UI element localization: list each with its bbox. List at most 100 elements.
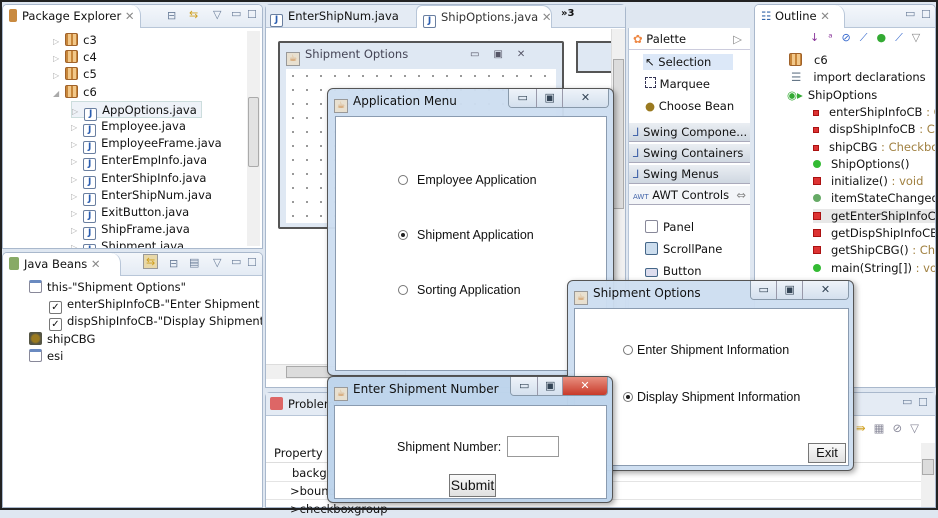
collapsed-arrow-icon[interactable]: ▷ [71,123,77,132]
tool-choose-bean[interactable]: ● Choose Bean [643,98,736,114]
collapsed-arrow-icon[interactable]: ▷ [53,37,59,46]
tree-item[interactable]: ▷ c4 [53,49,97,66]
radio-icon[interactable] [623,345,633,355]
tool-selection[interactable]: ↖ Selection [643,54,733,70]
bean-item[interactable]: ✓ dispShipInfoCB-"Display Shipment Inf. [49,313,262,332]
submit-button[interactable]: Submit [449,474,496,497]
sync-icon[interactable]: ⇆ [143,254,159,269]
outline-item[interactable]: getShipCBG() : Chec [813,243,935,257]
collapsed-arrow-icon[interactable]: ▷ [53,71,59,80]
vertical-scrollbar[interactable] [247,31,260,246]
outline-item[interactable]: ShipOptions() [813,157,909,171]
tool-marquee[interactable]: Marquee [643,76,712,92]
drawer-arrows-icon[interactable]: ⇔ [736,188,746,202]
outline-item[interactable]: getEnterShipInfoCB [813,208,935,223]
close-button[interactable]: ✕ [561,89,608,107]
close-button[interactable]: ✕ [801,281,848,299]
close-icon[interactable]: ✕ [125,9,135,23]
tree-item[interactable]: ▷ J EnterShipInfo.java [71,170,206,189]
maximize-button[interactable]: ▣ [776,281,802,299]
tree-item[interactable]: ▷ c5 [53,66,97,83]
collapse-all-icon[interactable]: ⊟ [167,9,176,22]
outline-item[interactable]: main(String[]) : void [813,261,935,275]
filter-icon[interactable]: ▦ [874,421,893,435]
radio-sorting-application[interactable]: Sorting Application [398,283,521,297]
palette-collapse-icon[interactable]: ▷ [733,32,742,46]
drawer-awt-controls[interactable]: AWT AWT Controls ⇔ [629,185,750,205]
outline-item[interactable]: dispShipInfoCB : Ch [813,122,935,136]
scrollbar-thumb[interactable] [922,459,934,475]
drawer-swing-containers[interactable]: ⅃ Swing Containers [629,143,750,163]
collapsed-arrow-icon[interactable]: ▷ [71,243,77,248]
tree-item[interactable]: ▷ J EmployeeFrame.java [71,135,222,155]
drawer-swing-components[interactable]: ⅃ Swing Compone... [629,122,750,142]
collapsed-arrow-icon[interactable]: ▷ [71,157,77,166]
maximize-icon[interactable]: ☐ [247,8,257,21]
minimize-button[interactable]: ▭ [509,89,537,107]
outline-item[interactable]: getDispShipInfoCB( [813,226,935,240]
tree-item[interactable]: ▷ J AppOptions.java [71,100,202,121]
outline-item[interactable]: itemStateChanged( [813,191,935,205]
awt-scrollpane[interactable]: ScrollPane [643,241,724,257]
tab-entershipnum[interactable]: J EnterShipNum.java [270,9,399,27]
collapsed-arrow-icon[interactable]: ▷ [71,209,77,218]
collapsed-arrow-icon[interactable]: ▷ [71,192,77,201]
minimize-icon[interactable]: ▭ [905,7,915,20]
scrollbar-thumb[interactable] [248,97,259,167]
minimize-button[interactable]: ▭ [751,281,777,299]
outline-item[interactable]: ◉▸ ShipOptions [787,88,877,102]
outline-item[interactable]: initialize() : void [813,174,923,188]
tree-item[interactable]: ▷ J EnterEmpInfo.java [71,152,207,172]
tree-item[interactable]: ▷ J ExitButton.java [71,204,189,223]
tab-shipoptions[interactable]: J ShipOptions.java ✕ [416,5,552,28]
maximize-button[interactable]: ▣ [537,377,562,395]
minimize-icon[interactable]: ▭ [902,395,912,408]
awt-panel[interactable]: Panel [643,219,696,235]
collapse-all-icon[interactable]: ⊟ [169,257,178,270]
properties-icon[interactable]: ▤ [189,256,199,269]
maximize-button[interactable]: ▣ [536,89,562,107]
awt-button[interactable]: Button [643,263,704,279]
collapsed-arrow-icon[interactable]: ▷ [71,140,77,149]
maximize-icon[interactable]: ☐ [921,8,931,21]
sort-icon[interactable]: ↓ᵃ [810,31,842,44]
radio-enter-shipment-information[interactable]: Enter Shipment Information [623,343,789,357]
scrollbar-thumb[interactable] [613,59,624,209]
bean-item[interactable]: esi [29,348,63,365]
close-button[interactable]: ✕ [561,377,607,395]
radio-employee-application[interactable]: Employee Application [398,173,537,187]
design-frame-2[interactable] [576,41,616,73]
radio-icon[interactable] [398,285,408,295]
outline-item[interactable]: shipCBG : Checkbox [813,140,935,154]
drawer-swing-menus[interactable]: ⅃ Swing Menus [629,164,750,184]
view-menu-icon[interactable]: ▽ [910,421,927,435]
view-menu-icon[interactable]: ▽ [213,256,221,269]
palette-header[interactable]: ✿ Palette ▷ [629,30,750,50]
shipment-number-input[interactable] [507,436,559,457]
properties-scrollbar[interactable] [921,443,935,507]
collapsed-arrow-icon[interactable]: ▷ [53,54,59,63]
close-icon[interactable]: ✕ [542,10,552,24]
outline-item[interactable]: c6 [789,53,828,67]
radio-icon[interactable] [398,230,408,240]
minimize-icon[interactable]: ▭ [231,255,241,268]
tree-item[interactable]: ▷ J Employee.java [71,118,186,137]
package-explorer-tab[interactable]: Package Explorer ✕ [3,5,141,28]
radio-shipment-application[interactable]: Shipment Application [398,228,534,242]
bean-item[interactable]: shipCBG [29,331,95,348]
outline-item[interactable]: ☰ import declarations [791,70,926,84]
tree-item[interactable]: ◢ c6 [53,84,97,101]
radio-display-shipment-information[interactable]: Display Shipment Information [623,390,800,404]
minimize-button[interactable]: ▭ [511,377,538,395]
tree-item[interactable]: ▷ J EnterShipNum.java [71,187,212,206]
hide-local-types-icon[interactable]: ⟋ [895,31,912,44]
link-editor-icon[interactable]: ⇆ [189,8,198,21]
maximize-icon[interactable]: ☐ [918,396,928,409]
hide-static-icon[interactable]: ⟋ [860,31,877,44]
bean-item[interactable]: ✓ enterShipInfoCB-"Enter Shipment Info [49,296,262,315]
close-icon[interactable]: ✕ [91,257,101,271]
outline-item[interactable]: enterShipInfoCB : C [813,105,935,119]
tree-item[interactable]: ▷ J Shipment.java [71,238,184,248]
radio-icon[interactable] [398,175,408,185]
show-categories-icon[interactable]: ⇛ [856,421,874,435]
